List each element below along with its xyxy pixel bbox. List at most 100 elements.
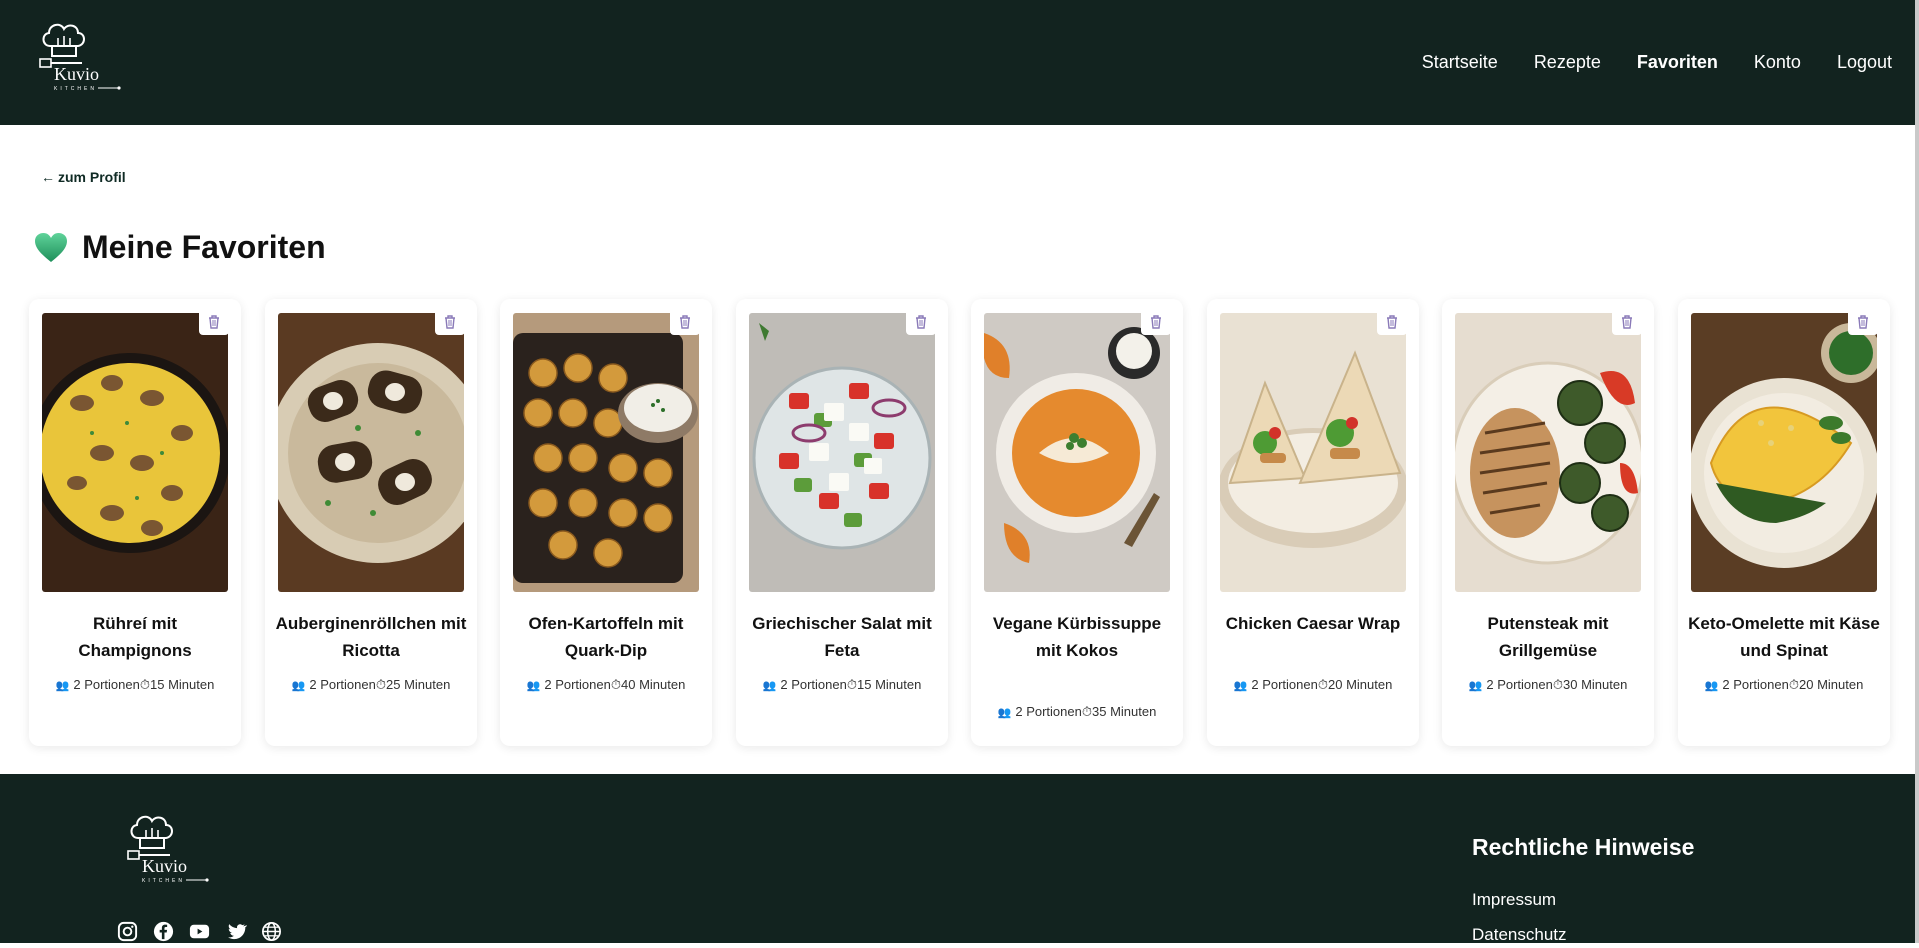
remove-favorite-button[interactable]	[1848, 309, 1878, 335]
trash-icon	[916, 315, 926, 329]
recipe-image	[749, 313, 935, 592]
recipe-image	[278, 313, 464, 592]
social-links	[116, 920, 283, 943]
nav-startseite[interactable]: Startseite	[1422, 52, 1498, 73]
time-text: 15 Minuten	[150, 677, 215, 692]
recipe-image	[1455, 313, 1641, 592]
trash-icon	[1622, 315, 1632, 329]
recipe-image	[984, 313, 1170, 592]
portions-icon: 👥	[997, 707, 1012, 719]
remove-favorite-button[interactable]	[1612, 309, 1642, 335]
portions-icon: 👥	[291, 680, 306, 692]
clock-icon: ⏱	[375, 677, 386, 692]
clock-icon: ⏱	[1788, 677, 1799, 692]
trash-icon	[1151, 315, 1161, 329]
page-title: Meine Favoriten	[82, 229, 326, 265]
remove-favorite-button[interactable]	[199, 309, 229, 335]
back-to-profile-link[interactable]: ← zum Profil	[41, 169, 126, 185]
time-text: 20 Minuten	[1328, 677, 1393, 692]
remove-favorite-button[interactable]	[1141, 309, 1171, 335]
trash-icon	[1858, 315, 1868, 329]
portions-text: 2 Portionen	[309, 677, 376, 692]
nav-konto[interactable]: Konto	[1754, 52, 1801, 73]
recipe-title: Putensteak mit Grillgemüse	[1487, 614, 1609, 660]
portions-icon: 👥	[762, 680, 777, 692]
recipe-title: Rühreí mit Champignons	[78, 614, 192, 660]
recipe-title: Vegane Kürbissuppe mit Kokos	[992, 614, 1162, 660]
clock-icon: ⏱	[846, 677, 857, 692]
page-scrollbar[interactable]	[1915, 0, 1919, 943]
page-header: Meine Favoriten	[34, 229, 326, 266]
recipe-meta: 👥 2 Portionen⏱15 Minuten	[29, 677, 241, 693]
time-text: 15 Minuten	[857, 677, 922, 692]
recipe-image	[1220, 313, 1406, 592]
recipe-card[interactable]: Rühreí mit Champignons 👥 2 Portionen⏱15 M…	[29, 299, 241, 746]
recipe-card[interactable]: Keto-Omelette mit Käse und Spinat 👥 2 Por…	[1678, 299, 1890, 746]
datenschutz-link[interactable]: Datenschutz	[1472, 925, 1567, 945]
recipe-meta: 👥 2 Portionen⏱25 Minuten	[265, 677, 477, 693]
main-nav: Startseite Rezepte Favoriten Konto Logou…	[1386, 0, 1892, 125]
nav-favoriten[interactable]: Favoriten	[1637, 52, 1718, 73]
portions-text: 2 Portionen	[1251, 677, 1318, 692]
back-link-label: zum Profil	[58, 169, 126, 185]
recipe-image	[1691, 313, 1877, 592]
time-text: 20 Minuten	[1799, 677, 1864, 692]
site-footer: Kuvio KITCHEN Rechtliche Hinweise Impres…	[0, 774, 1919, 945]
recipe-title: Griechischer Salat mit Feta	[752, 614, 932, 660]
remove-favorite-button[interactable]	[1377, 309, 1407, 335]
nav-logout[interactable]: Logout	[1837, 52, 1892, 73]
portions-text: 2 Portionen	[73, 677, 140, 692]
portions-icon: 👥	[1233, 680, 1248, 692]
globe-icon[interactable]	[260, 920, 283, 943]
trash-icon	[1387, 315, 1397, 329]
trash-icon	[680, 315, 690, 329]
portions-icon: 👥	[1704, 680, 1719, 692]
facebook-icon[interactable]	[152, 920, 175, 943]
footer-logo[interactable]: Kuvio KITCHEN	[126, 808, 232, 888]
portions-icon: 👥	[55, 680, 70, 692]
remove-favorite-button[interactable]	[906, 309, 936, 335]
portions-text: 2 Portionen	[1486, 677, 1553, 692]
clock-icon: ⏱	[1317, 677, 1328, 692]
recipe-meta: 👥 2 Portionen⏱20 Minuten	[1207, 677, 1419, 693]
recipe-title: Auberginenröllchen mit Ricotta	[275, 614, 467, 660]
svg-text:Kuvio: Kuvio	[142, 856, 187, 876]
recipe-card[interactable]: Griechischer Salat mit Feta 👥 2 Portionen…	[736, 299, 948, 746]
legal-heading: Rechtliche Hinweise	[1472, 834, 1695, 860]
recipe-meta: 👥 2 Portionen⏱15 Minuten	[736, 677, 948, 693]
time-text: 40 Minuten	[621, 677, 686, 692]
svg-text:Kuvio: Kuvio	[54, 64, 99, 84]
back-arrow-icon: ←	[41, 169, 55, 185]
portions-text: 2 Portionen	[1722, 677, 1789, 692]
site-header: Kuvio KITCHEN Startseite Rezepte Favorit…	[0, 0, 1919, 125]
time-text: 25 Minuten	[386, 677, 451, 692]
recipe-card[interactable]: Chicken Caesar Wrap 👥 2 Portionen⏱20 Minu…	[1207, 299, 1419, 746]
clock-icon: ⏱	[610, 677, 621, 692]
recipe-image	[42, 313, 228, 592]
remove-favorite-button[interactable]	[435, 309, 465, 335]
recipe-meta: 👥 2 Portionen⏱40 Minuten	[500, 677, 712, 693]
portions-text: 2 Portionen	[544, 677, 611, 692]
recipe-meta: 👥 2 Portionen⏱20 Minuten	[1678, 677, 1890, 693]
youtube-icon[interactable]	[188, 920, 211, 943]
recipe-card[interactable]: Putensteak mit Grillgemüse 👥 2 Portionen⏱…	[1442, 299, 1654, 746]
green-heart-icon	[35, 232, 67, 262]
svg-text:KITCHEN: KITCHEN	[54, 86, 97, 92]
portions-text: 2 Portionen	[780, 677, 847, 692]
recipe-meta: 👥 2 Portionen⏱30 Minuten	[1442, 677, 1654, 693]
instagram-icon[interactable]	[116, 920, 139, 943]
recipe-card[interactable]: Ofen-Kartoffeln mit Quark-Dip 👥 2 Portion…	[500, 299, 712, 746]
recipe-title: Chicken Caesar Wrap	[1225, 614, 1401, 633]
nav-rezepte[interactable]: Rezepte	[1534, 52, 1601, 73]
twitter-icon[interactable]	[224, 920, 248, 943]
recipe-card[interactable]: Auberginenröllchen mit Ricotta 👥 2 Portio…	[265, 299, 477, 746]
impressum-link[interactable]: Impressum	[1472, 890, 1556, 910]
time-text: 35 Minuten	[1092, 704, 1157, 719]
recipe-title: Ofen-Kartoffeln mit Quark-Dip	[528, 614, 684, 660]
recipe-card[interactable]: Vegane Kürbissuppe mit Kokos 👥 2 Portione…	[971, 299, 1183, 746]
portions-icon: 👥	[526, 680, 541, 692]
recipe-meta: 👥 2 Portionen⏱35 Minuten	[971, 704, 1183, 720]
portions-text: 2 Portionen	[1015, 704, 1082, 719]
remove-favorite-button[interactable]	[670, 309, 700, 335]
brand-logo[interactable]: Kuvio KITCHEN	[38, 16, 144, 96]
